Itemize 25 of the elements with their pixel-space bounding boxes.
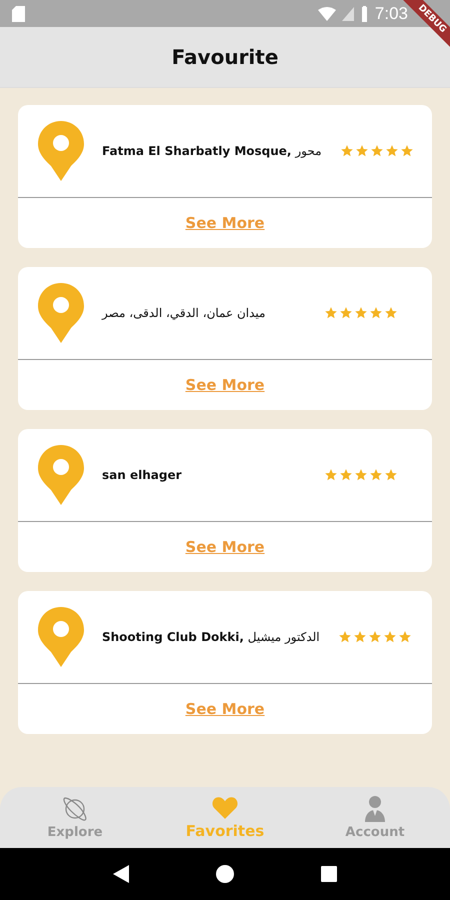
- home-icon[interactable]: [216, 865, 234, 883]
- place-title: san elhager: [102, 468, 182, 482]
- nav-tab[interactable]: Favorites: [150, 787, 300, 848]
- page-title: Favourite: [172, 45, 278, 69]
- nav-tab[interactable]: Explore: [0, 787, 150, 848]
- status-time: 7:03: [374, 4, 408, 24]
- wifi-icon: [318, 6, 336, 20]
- battery-icon: [360, 6, 369, 22]
- nav-tab[interactable]: Account: [300, 787, 450, 848]
- see-more-link[interactable]: See More: [185, 376, 265, 394]
- location-pin-icon: [38, 607, 84, 667]
- person-icon: [364, 795, 386, 823]
- recents-icon[interactable]: [320, 866, 337, 882]
- sd-card-icon: [12, 6, 25, 22]
- place-title: ميدان عمان، الدقي، الدقى، مصر: [102, 306, 266, 320]
- heart-icon: [211, 795, 239, 820]
- signal-icon: [342, 6, 354, 20]
- location-pin-icon: [38, 283, 84, 343]
- see-more-link[interactable]: See More: [185, 214, 265, 232]
- see-more-link[interactable]: See More: [185, 538, 265, 556]
- location-pin-icon: [38, 445, 84, 505]
- planet-icon: [61, 795, 89, 823]
- location-pin-icon: [38, 121, 84, 181]
- see-more-link[interactable]: See More: [185, 700, 265, 718]
- back-icon[interactable]: [113, 865, 130, 883]
